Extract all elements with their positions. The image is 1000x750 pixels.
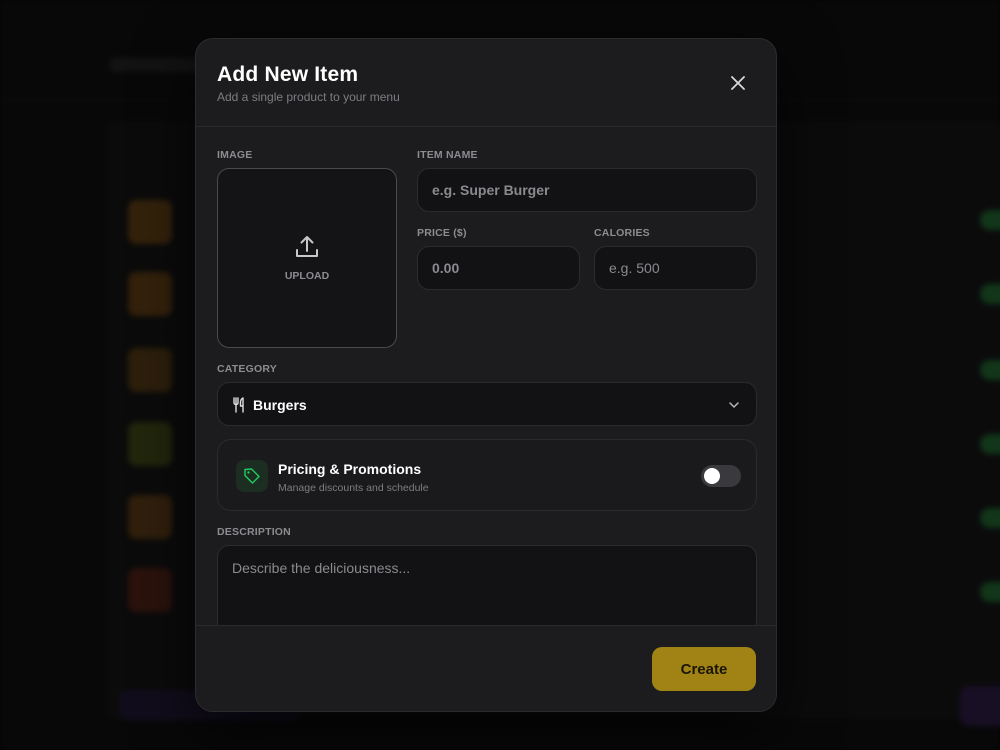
close-button[interactable] [726, 71, 750, 95]
background-status-dot [980, 360, 1000, 380]
toggle-knob [704, 468, 720, 484]
image-label: IMAGE [217, 149, 253, 161]
promotions-subtitle: Manage discounts and schedule [278, 482, 429, 494]
background-status-dot [980, 284, 1000, 304]
background-status-dot [980, 508, 1000, 528]
calories-input[interactable] [594, 246, 757, 290]
modal-title: Add New Item [217, 63, 359, 86]
background-row-thumb [128, 272, 172, 316]
price-input[interactable] [417, 246, 580, 290]
background-row-thumb [128, 200, 172, 244]
background-status-dot [980, 210, 1000, 230]
background-status-dot [980, 434, 1000, 454]
upload-icon [296, 236, 318, 257]
background-row-thumb [128, 495, 172, 539]
background-status-dot [980, 582, 1000, 602]
category-label: CATEGORY [217, 363, 277, 375]
promotions-icon-wrap [236, 460, 268, 492]
description-textarea[interactable] [217, 545, 757, 635]
close-icon [731, 76, 745, 90]
category-selected-value: Burgers [253, 397, 307, 413]
item-name-label: ITEM NAME [417, 149, 478, 161]
chevron-down-icon [729, 402, 739, 408]
modal-header: Add New Item Add a single product to you… [196, 39, 776, 127]
create-button[interactable]: Create [652, 647, 756, 691]
add-item-modal: Add New Item Add a single product to you… [195, 38, 777, 712]
background-row-thumb [128, 568, 172, 612]
description-label: DESCRIPTION [217, 526, 291, 538]
background-title [110, 58, 200, 72]
category-select[interactable]: Burgers [217, 382, 757, 426]
promotions-toggle[interactable] [701, 465, 741, 487]
tag-icon [244, 468, 260, 484]
background-row-thumb [128, 422, 172, 466]
modal-footer: Create [196, 625, 776, 711]
price-label: PRICE ($) [417, 227, 467, 239]
item-name-input[interactable] [417, 168, 757, 212]
background-row-thumb [128, 348, 172, 392]
modal-subtitle: Add a single product to your menu [217, 90, 400, 104]
calories-label: CALORIES [594, 227, 650, 239]
pricing-promotions-card: Pricing & Promotions Manage discounts an… [217, 439, 757, 511]
image-upload-button[interactable]: UPLOAD [217, 168, 397, 348]
promotions-title: Pricing & Promotions [278, 461, 422, 477]
background-bottom-action [960, 686, 1000, 726]
utensils-icon [233, 397, 244, 413]
upload-label: UPLOAD [284, 270, 330, 282]
